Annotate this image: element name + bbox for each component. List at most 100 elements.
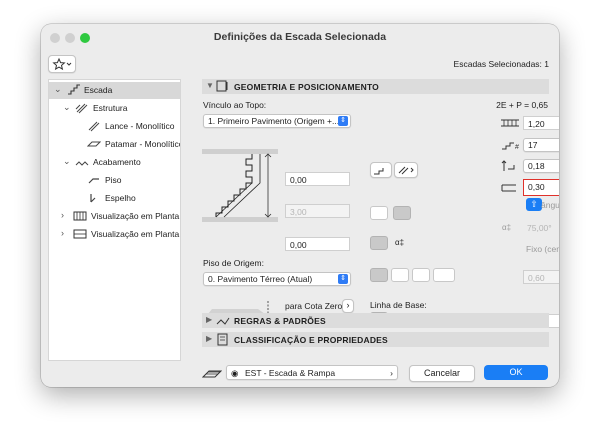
plan-view-icon [73, 211, 87, 221]
settings-dialog: Definições da Escada Selecionada Escadas… [41, 24, 559, 387]
tree-label: Lance - Monolítico [105, 121, 175, 131]
angle-label: ângulo [541, 200, 559, 210]
stair-height-field[interactable]: 3,00 [285, 204, 350, 218]
riser-height-value: 0,18 [528, 161, 545, 171]
tread-depth-field[interactable]: 0,30 [523, 179, 559, 196]
geometry-icon [216, 80, 228, 92]
selection-count: Escadas Selecionadas: 1 [453, 59, 549, 69]
riser-count-icon: # [502, 142, 519, 151]
tree-item-piso[interactable]: Piso [49, 172, 180, 189]
tree-label: Estrutura [93, 103, 128, 113]
gear-stair-icon[interactable] [393, 206, 411, 220]
structure-icon [75, 103, 88, 114]
formula-text: 2E + P = 0,65 [496, 100, 548, 110]
updown-icon: ⇕ [338, 274, 348, 284]
fixed-value-field[interactable]: 0,60 [523, 270, 559, 284]
riser-height-icon [501, 160, 515, 171]
section-rules-header[interactable]: ▶ REGRAS & PADRÕES [202, 313, 549, 328]
svg-text:#: # [515, 144, 519, 151]
width-field[interactable]: 1,20 [523, 116, 559, 130]
top-link-value: 1. Primeiro Pavimento (Origem +... [208, 116, 340, 126]
chevron-right-icon[interactable]: › [61, 228, 64, 238]
project-zero-label: para Cota Zero [285, 301, 343, 311]
favorites-button[interactable] [48, 55, 76, 73]
width-left-icon[interactable] [370, 206, 388, 220]
tree-item-estrutura[interactable]: ⌄ Estrutura [49, 100, 180, 117]
stair-mode-button[interactable] [370, 162, 392, 178]
finish-icon [75, 161, 89, 166]
alignment-left-icon[interactable] [370, 236, 388, 250]
chevron-down-icon[interactable]: ⌄ [63, 156, 71, 167]
tree-item-acabamento[interactable]: ⌄ Acabamento [49, 154, 180, 171]
project-zero-menu-button[interactable]: › [342, 299, 354, 313]
title-bar: Definições da Escada Selecionada [41, 24, 559, 51]
section-label: REGRAS & PADRÕES [234, 316, 326, 326]
home-story-select[interactable]: 0. Pavimento Térreo (Atual) ⇕ [203, 272, 351, 286]
angle-field[interactable]: 75,00° [523, 221, 559, 235]
tread-option-menu-icon[interactable] [433, 268, 455, 282]
stair-section-illustration [202, 149, 278, 222]
triangle-right-icon[interactable]: ▶ [206, 315, 212, 324]
cancel-button[interactable]: Cancelar [409, 365, 475, 382]
top-offset-field[interactable]: 0,00 [285, 172, 350, 186]
tree-label: Espelho [105, 193, 136, 203]
fixed-center-label: Fixo (centro) [526, 244, 559, 254]
section-label: CLASSIFICAÇÃO E PROPRIEDADES [234, 335, 388, 345]
section-geometry-header[interactable]: ▼ GEOMETRIA E POSICIONAMENTO [202, 79, 549, 94]
triangle-right-icon[interactable]: ▶ [206, 334, 212, 343]
tree-item-planta[interactable]: › Visualização em Planta [49, 208, 180, 225]
chevron-right-icon[interactable]: › [61, 210, 64, 220]
star-icon [52, 57, 72, 71]
riser-count-select[interactable]: 17 ⇕ [523, 138, 559, 152]
riser-icon [90, 194, 96, 203]
tread-option-1-icon[interactable] [370, 268, 388, 282]
tree-label: Patamar - Monolítico [105, 139, 180, 149]
riser-height-select[interactable]: 0,18 ⇕ [523, 159, 559, 173]
section-classification-header[interactable]: ▶ CLASSIFICAÇÃO E PROPRIEDADES [202, 332, 549, 347]
window-title: Definições da Escada Selecionada [213, 31, 387, 43]
rules-icon [216, 317, 230, 325]
alpha-icon: α‡ [502, 223, 512, 232]
tree-item-patamar[interactable]: Patamar - Monolítico [49, 136, 180, 153]
stair-tool-icon [202, 370, 222, 378]
tread-option-3-icon[interactable] [412, 268, 430, 282]
tree-item-espelho[interactable]: Espelho [49, 190, 180, 207]
updown-icon: ⇕ [338, 116, 348, 126]
stair-mode-icon [374, 168, 384, 175]
tree-label: Escada [84, 85, 113, 95]
top-link-select[interactable]: 1. Primeiro Pavimento (Origem +... ⇕ [203, 114, 351, 128]
triangle-down-icon[interactable]: ▼ [206, 81, 214, 90]
increment-button[interactable]: ⇧ [526, 198, 542, 211]
tread-depth-icon [501, 184, 516, 192]
stair-icon [68, 84, 80, 95]
ok-button[interactable]: OK [484, 365, 548, 380]
landing-icon [87, 141, 101, 147]
eye-icon: ◉ [231, 368, 239, 378]
tree-label: Piso [105, 175, 122, 185]
tree-label: Visualização em Planta [91, 211, 180, 221]
riser-count-value: 17 [528, 140, 538, 150]
stair-width-icon [501, 119, 519, 127]
flight-icon [88, 121, 100, 132]
baseline-label: Linha de Base: [370, 300, 427, 310]
favorite-select[interactable]: ◉ EST - Escada & Rampa › [226, 365, 398, 380]
tread-option-2-icon[interactable] [391, 268, 409, 282]
chevron-down-icon[interactable]: ⌄ [54, 84, 62, 95]
section-label: GEOMETRIA E POSICIONAMENTO [234, 82, 379, 92]
walkline-icon [398, 166, 414, 175]
home-story-value: 0. Pavimento Térreo (Atual) [208, 274, 313, 284]
tree-label: Visualização em Planta e [91, 229, 180, 239]
home-story-label: Piso de Origem: [203, 258, 264, 268]
tread-icon [88, 178, 99, 184]
chevron-down-icon[interactable]: ⌄ [63, 102, 71, 113]
tree-item-escada[interactable]: ⌄ Escada [49, 82, 180, 99]
tree-item-planta-e[interactable]: › Visualização em Planta e [49, 226, 180, 243]
walkline-button[interactable] [394, 162, 418, 178]
bottom-offset-field[interactable]: 0,00 [285, 237, 350, 251]
geometry-panel: Vínculo ao Topo: 1. Primeiro Pavimento (… [202, 95, 559, 328]
plan-section-icon [73, 229, 87, 239]
tree-item-lance[interactable]: Lance - Monolítico [49, 118, 180, 135]
angle-symbol-icon: α‡ [395, 238, 405, 247]
chevron-right-icon: › [390, 368, 393, 378]
top-link-label: Vínculo ao Topo: [203, 100, 267, 110]
